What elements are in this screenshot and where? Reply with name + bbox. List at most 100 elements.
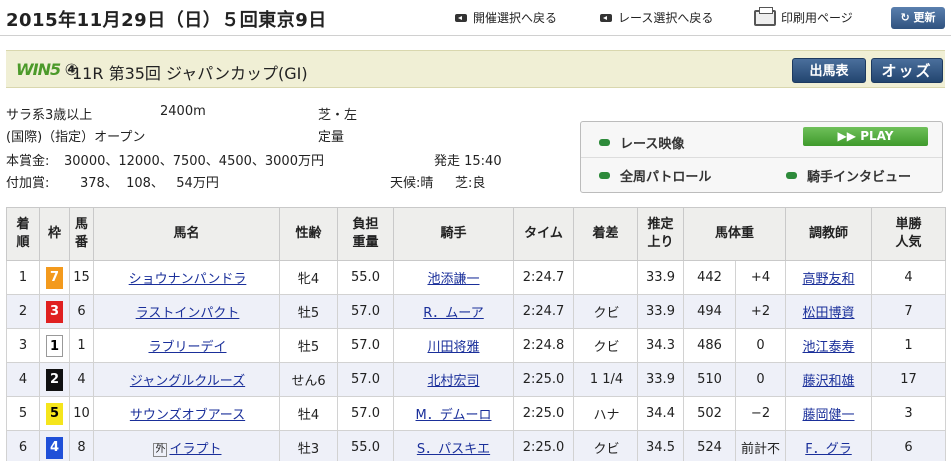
jockey[interactable]: 北村宏司 xyxy=(393,362,514,397)
post-time: 発走 15:40 xyxy=(434,154,502,169)
horse-number: 8 xyxy=(69,430,94,461)
jockey[interactable]: R．ムーア xyxy=(393,294,514,329)
margin: 1 1/4 xyxy=(573,362,638,397)
carried-weight: 55.0 xyxy=(337,430,394,461)
horse-name-link[interactable]: イラプト xyxy=(169,442,221,457)
finish-time: 2:24.7 xyxy=(513,260,574,295)
race-video-link[interactable]: レース映像 xyxy=(599,133,684,152)
print-page-link[interactable]: 印刷用ページ xyxy=(754,6,853,26)
jockey[interactable]: M．デムーロ xyxy=(393,396,514,431)
carried-weight: 55.0 xyxy=(337,260,394,295)
trainer[interactable]: 藤岡健一 xyxy=(785,396,873,431)
table-row: 6 4 8 外イラプト 牡3 55.0 S．パスキエ 2:25.0 クビ 34.5 524 前計不 F．… xyxy=(6,430,947,461)
horse-name[interactable]: ラブリーデイ xyxy=(93,328,280,363)
column-header: 単勝 人気 xyxy=(871,207,947,261)
track-condition: 芝:良 xyxy=(455,176,486,191)
video-icon xyxy=(786,172,797,179)
popularity: 4 xyxy=(871,260,947,295)
sex-age: せん6 xyxy=(279,362,338,397)
body-weight: 486 xyxy=(683,328,736,363)
trainer[interactable]: 池江泰寿 xyxy=(785,328,873,363)
body-weight-diff: 0 xyxy=(734,328,787,363)
horse-name-link[interactable]: サウンズオブアース xyxy=(130,408,245,423)
play-icon: ▶▶ xyxy=(837,129,856,143)
last-3f: 34.5 xyxy=(637,430,684,461)
horse-name-link[interactable]: ジャングルクルーズ xyxy=(130,374,245,389)
trainer[interactable]: 藤沢和雄 xyxy=(785,362,873,397)
trainer-link[interactable]: F．グラ xyxy=(805,442,851,457)
trainer-link[interactable]: 池江泰寿 xyxy=(803,340,855,355)
body-weight-diff: +4 xyxy=(734,260,787,295)
jockey[interactable]: S．パスキエ xyxy=(393,430,514,461)
popularity: 6 xyxy=(871,430,947,461)
horse-number: 4 xyxy=(69,362,94,397)
horse-name-link[interactable]: ショウナンパンドラ xyxy=(129,272,247,287)
waku-badge: 5 xyxy=(46,402,63,425)
table-row: 2 3 6 ラストインパクト 牡5 57.0 R．ムーア 2:24.7 クビ 33.9 494 +2 松… xyxy=(6,294,947,329)
jockey[interactable]: 池添謙一 xyxy=(393,260,514,295)
margin: ハナ xyxy=(573,396,638,431)
finish-time: 2:24.7 xyxy=(513,294,574,329)
shutuba-button[interactable]: 出馬表 xyxy=(792,58,866,83)
odds-button[interactable]: オッズ xyxy=(871,58,943,83)
jockey-link[interactable]: 池添謙一 xyxy=(427,272,479,287)
column-header: タイム xyxy=(513,207,574,261)
horse-name-link[interactable]: ラストインパクト xyxy=(136,306,240,321)
trainer[interactable]: 松田博資 xyxy=(785,294,873,329)
table-row: 4 2 4 ジャングルクルーズ せん6 57.0 北村宏司 2:25.0 1 1/4 33.9 51… xyxy=(6,362,947,397)
back-to-race-link[interactable]: レース選択へ戻る xyxy=(600,9,713,26)
trainer[interactable]: 高野友和 xyxy=(785,260,873,295)
trainer-link[interactable]: 藤沢和雄 xyxy=(803,374,855,389)
horse-number: 6 xyxy=(69,294,94,329)
jockey-link[interactable]: 川田将雅 xyxy=(427,340,479,355)
column-header: 馬番 xyxy=(69,207,94,261)
waku-badge: 3 xyxy=(46,300,63,323)
trainer-link[interactable]: 藤岡健一 xyxy=(803,408,855,423)
carried-weight: 57.0 xyxy=(337,396,394,431)
back-to-meeting-link[interactable]: 開催選択へ戻る xyxy=(455,9,557,26)
trainer-link[interactable]: 高野友和 xyxy=(803,272,855,287)
weather: 天候:晴 xyxy=(390,176,434,191)
jockey[interactable]: 川田将雅 xyxy=(393,328,514,363)
waku-cell: 7 xyxy=(39,260,70,295)
jockey-link[interactable]: M．デムーロ xyxy=(416,408,492,423)
trainer[interactable]: F．グラ xyxy=(785,430,873,461)
column-header: 枠 xyxy=(39,207,70,261)
print-page-label: 印刷用ページ xyxy=(781,11,853,25)
jockey-link[interactable]: S．パスキエ xyxy=(417,442,490,457)
popularity: 3 xyxy=(871,396,947,431)
patrol-video-link[interactable]: 全周パトロール xyxy=(599,166,711,185)
refresh-button[interactable]: ↻ 更新 xyxy=(891,7,945,29)
column-header: 推定 上り xyxy=(637,207,684,261)
finish-position: 4 xyxy=(6,362,40,397)
horse-name-link[interactable]: ラブリーデイ xyxy=(148,340,226,355)
waku-cell: 5 xyxy=(39,396,70,431)
table-row: 3 1 1 ラブリーデイ 牡5 57.0 川田将雅 2:24.8 クビ 34.3 486 0 池江泰寿 1 xyxy=(6,328,947,363)
sex-age: 牝4 xyxy=(279,260,338,295)
horse-name[interactable]: ジャングルクルーズ xyxy=(93,362,280,397)
last-3f: 33.9 xyxy=(637,294,684,329)
last-3f: 33.9 xyxy=(637,260,684,295)
play-button[interactable]: ▶▶ PLAY xyxy=(803,127,928,146)
finish-position: 1 xyxy=(6,260,40,295)
race-class: サラ系3歳以上 xyxy=(6,108,93,123)
back-arrow-icon xyxy=(600,13,612,22)
column-header: 性齢 xyxy=(279,207,338,261)
horse-name[interactable]: サウンズオブアース xyxy=(93,396,280,431)
jockey-interview-link[interactable]: 騎手インタビュー xyxy=(786,166,911,185)
results-table: 着順枠馬番馬名 性齢 負担 重量 騎手 タイム 着差 推定 上り 馬体重 調教師 単勝 人気 1 7 15 シ… xyxy=(6,207,947,461)
jockey-link[interactable]: R．ムーア xyxy=(423,306,484,321)
interview-label: 騎手インタビュー xyxy=(807,170,912,185)
video-divider xyxy=(581,157,942,158)
win5-logo: WIN5 ④ xyxy=(16,60,78,79)
race-title: 11R 第35回 ジャパンカップ(GI) xyxy=(72,64,308,83)
horse-name[interactable]: 外イラプト xyxy=(93,430,280,461)
race-distance: 2400m xyxy=(160,104,206,119)
horse-name[interactable]: ラストインパクト xyxy=(93,294,280,329)
jockey-link[interactable]: 北村宏司 xyxy=(427,374,479,389)
body-weight: 510 xyxy=(683,362,736,397)
sex-age: 牡4 xyxy=(279,396,338,431)
horse-name[interactable]: ショウナンパンドラ xyxy=(93,260,280,295)
prize-label: 本賞金: xyxy=(6,154,50,169)
trainer-link[interactable]: 松田博資 xyxy=(803,306,855,321)
